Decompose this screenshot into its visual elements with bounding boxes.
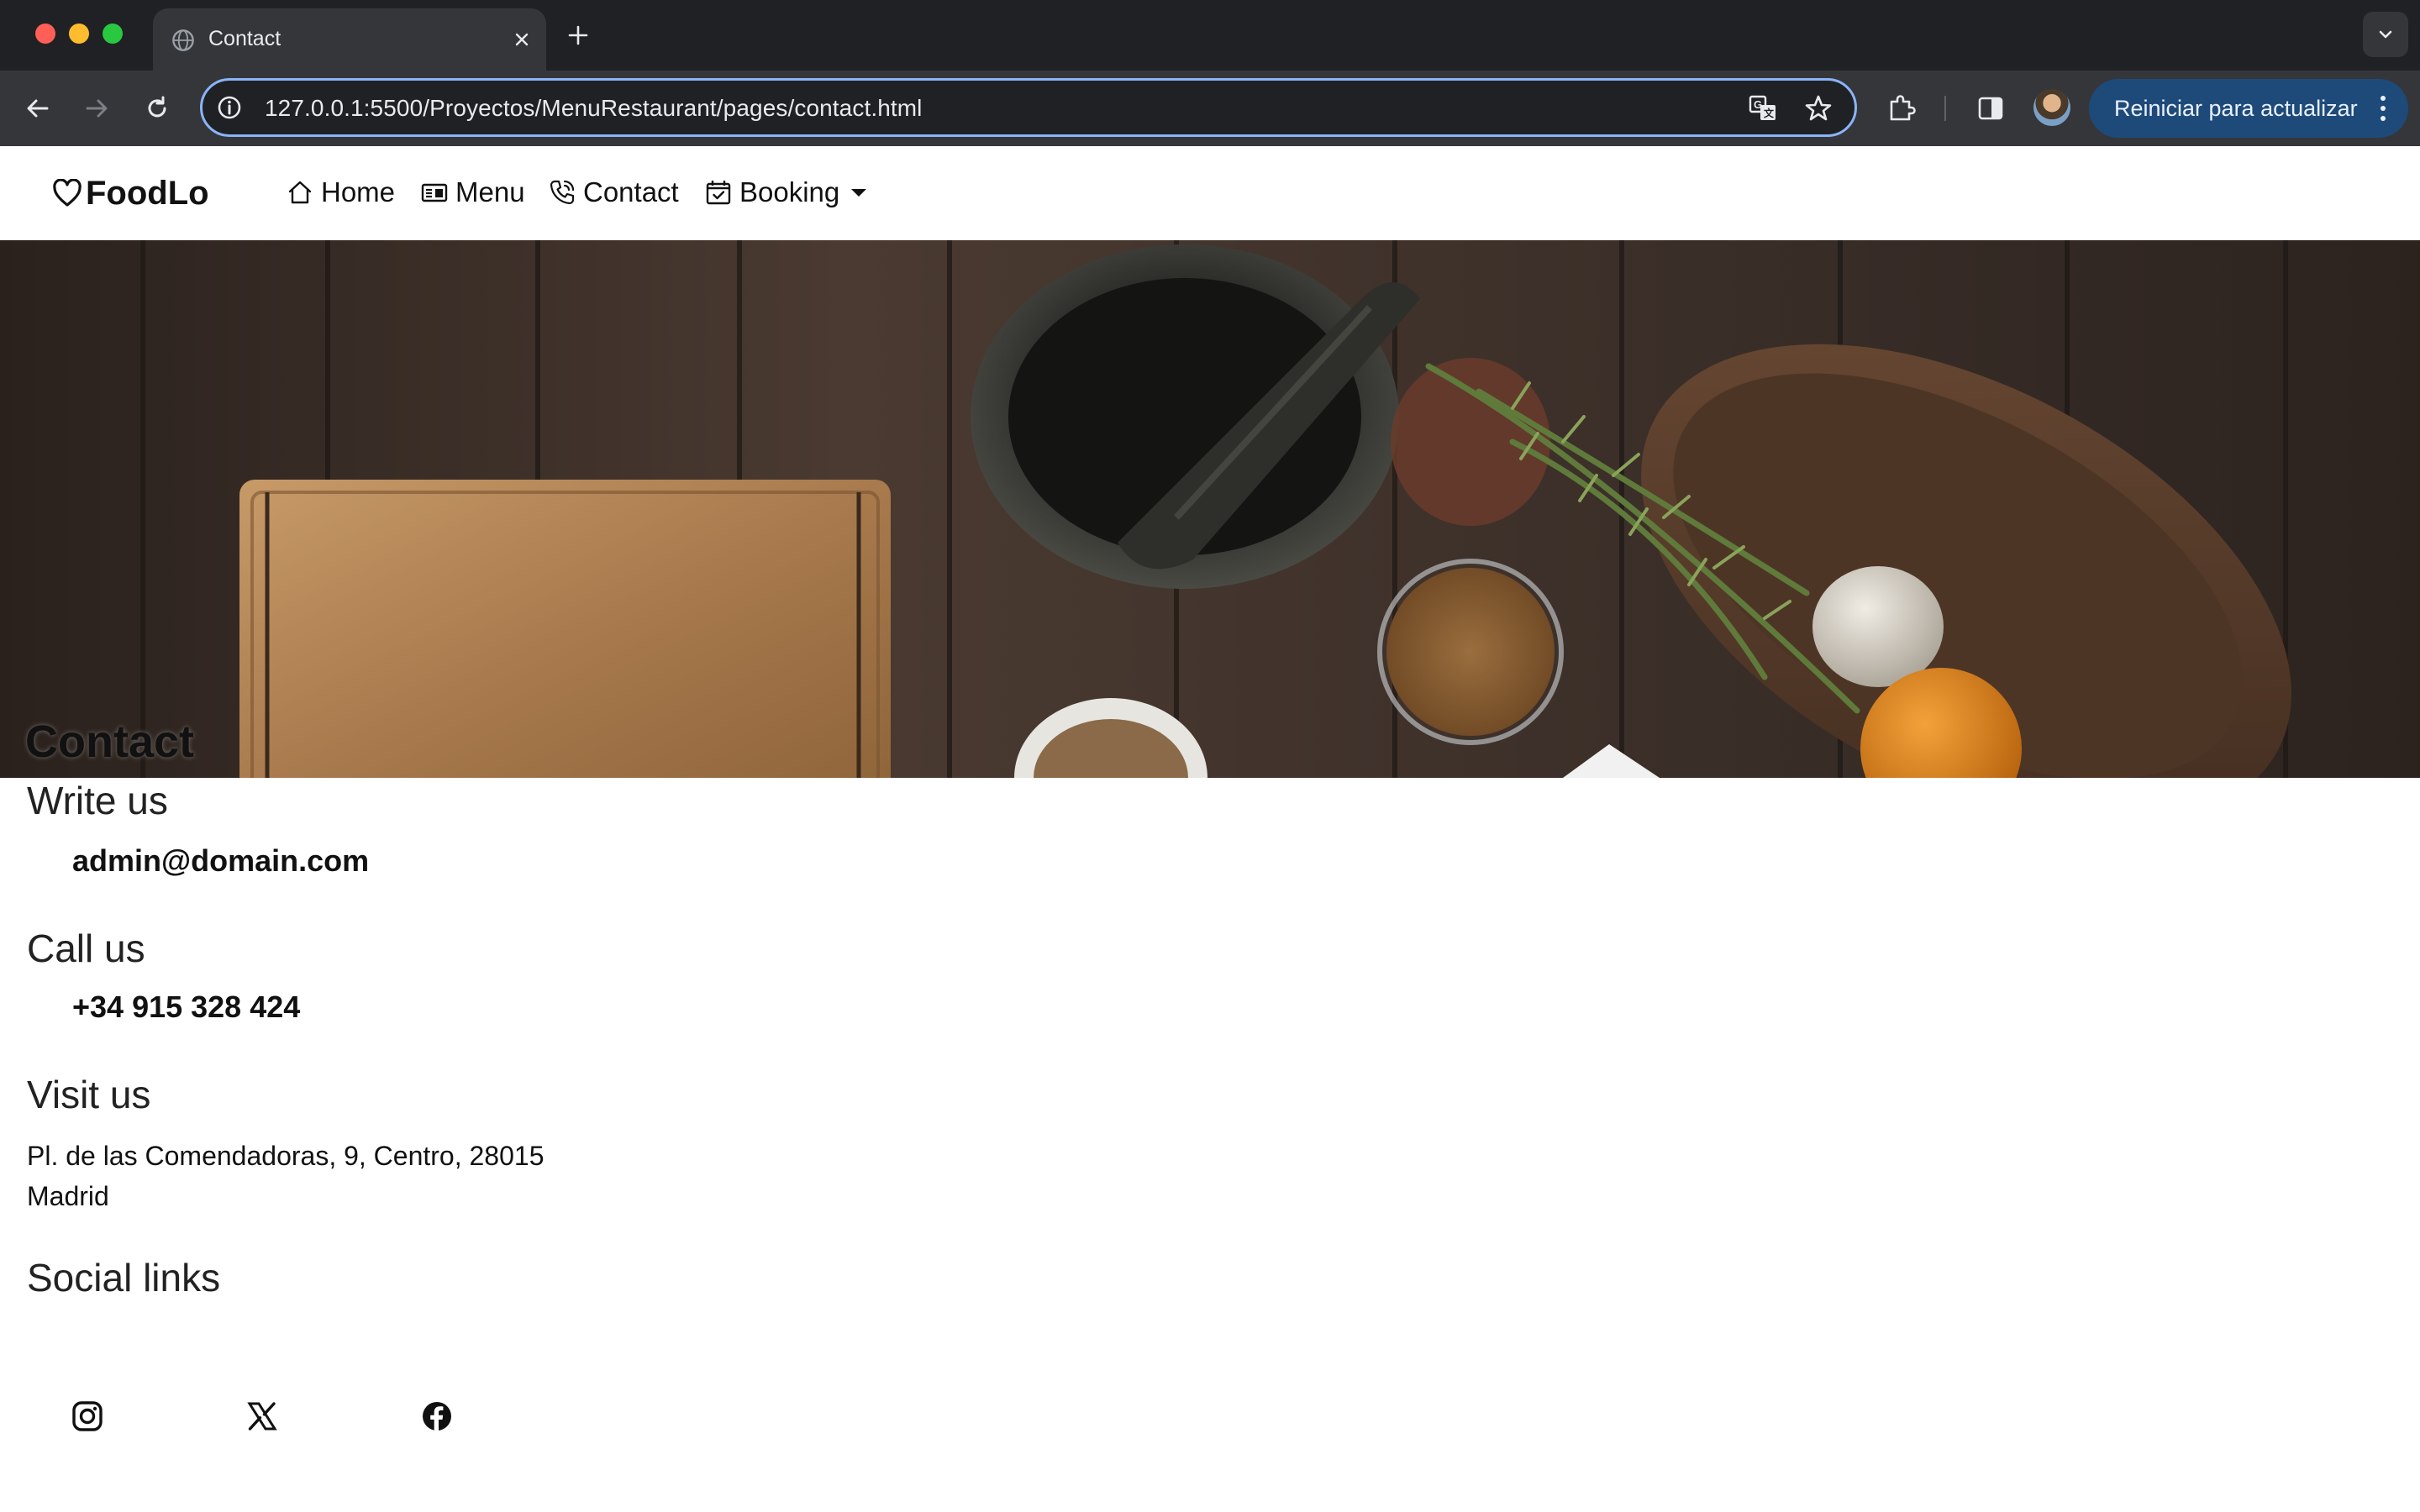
- page-title: Contact: [25, 717, 194, 767]
- brand-link[interactable]: FoodLo: [52, 173, 209, 213]
- site-navbar: FoodLo Home Menu Contact Booking: [0, 146, 2420, 240]
- window-zoom-button[interactable]: [103, 24, 123, 44]
- x-icon[interactable]: [244, 1398, 281, 1435]
- nav-booking-dropdown[interactable]: Booking: [704, 171, 867, 213]
- forward-arrow-icon[interactable]: [76, 87, 118, 129]
- social-links-heading: Social links: [27, 1256, 221, 1299]
- tab-close-icon[interactable]: [508, 25, 536, 54]
- restart-update-label: Reiniciar para actualizar: [2114, 95, 2358, 121]
- nav-menu[interactable]: Menu: [420, 171, 525, 213]
- menu-card-icon: [421, 183, 448, 202]
- new-tab-plus-icon[interactable]: [561, 18, 595, 52]
- url-text[interactable]: 127.0.0.1:5500/Proyectos/MenuRestaurant/…: [265, 95, 923, 122]
- reload-icon[interactable]: [136, 87, 178, 129]
- window-close-button[interactable]: [35, 24, 55, 44]
- phone-icon: [550, 180, 575, 205]
- bookmark-star-icon[interactable]: [1802, 92, 1834, 124]
- tab-title: Contact: [208, 27, 281, 50]
- svg-text:文: 文: [1764, 107, 1775, 119]
- dropdown-caret-icon: [851, 188, 867, 197]
- browser-tab[interactable]: Contact: [153, 8, 546, 71]
- translate-icon[interactable]: G文: [1747, 92, 1779, 124]
- profile-avatar[interactable]: [2033, 89, 2070, 126]
- heart-icon: [53, 179, 82, 207]
- globe-icon: [172, 29, 194, 51]
- calendar-check-icon: [706, 181, 731, 205]
- write-us-heading: Write us: [27, 779, 168, 822]
- toolbar-separator: [1944, 96, 1946, 121]
- hero-background-image: [0, 240, 2420, 778]
- browser-toolbar: 127.0.0.1:5500/Proyectos/MenuRestaurant/…: [0, 71, 2420, 146]
- side-panel-icon[interactable]: [1971, 89, 2010, 128]
- brand-name: FoodLo: [86, 174, 209, 212]
- email-link[interactable]: admin@domain.com: [72, 843, 369, 879]
- tab-strip: Contact: [0, 0, 2420, 71]
- instagram-icon[interactable]: [69, 1398, 106, 1435]
- more-vertical-icon[interactable]: [2380, 94, 2386, 123]
- visit-us-heading: Visit us: [27, 1073, 151, 1116]
- nav-booking-label: Booking: [739, 176, 840, 207]
- window-minimize-button[interactable]: [69, 24, 89, 44]
- home-icon: [288, 181, 312, 204]
- tab-search-chevron-icon[interactable]: [2363, 12, 2408, 57]
- nav-contact[interactable]: Contact: [548, 171, 679, 213]
- call-us-heading: Call us: [27, 927, 145, 970]
- address-bar[interactable]: 127.0.0.1:5500/Proyectos/MenuRestaurant/…: [200, 78, 1857, 137]
- hero-banner: Contact: [0, 240, 2420, 778]
- nav-home[interactable]: Home: [286, 171, 395, 213]
- nav-contact-label: Contact: [583, 176, 679, 207]
- browser-chrome: Contact 127.0.0.1:5500/Proyectos/MenuRes…: [0, 0, 2420, 146]
- restart-update-button[interactable]: Reiniciar para actualizar: [2089, 79, 2408, 138]
- address-text: Pl. de las Comendadoras, 9, Centro, 2801…: [27, 1141, 544, 1211]
- web-page: FoodLo Home Menu Contact Booking Contact…: [0, 146, 2420, 1512]
- facebook-icon[interactable]: [418, 1398, 455, 1435]
- back-arrow-icon[interactable]: [17, 87, 59, 129]
- extensions-puzzle-icon[interactable]: [1882, 89, 1921, 128]
- nav-menu-label: Menu: [455, 176, 525, 207]
- phone-link[interactable]: +34 915 328 424: [72, 990, 300, 1025]
- nav-home-label: Home: [321, 176, 396, 207]
- site-info-icon[interactable]: [216, 94, 243, 121]
